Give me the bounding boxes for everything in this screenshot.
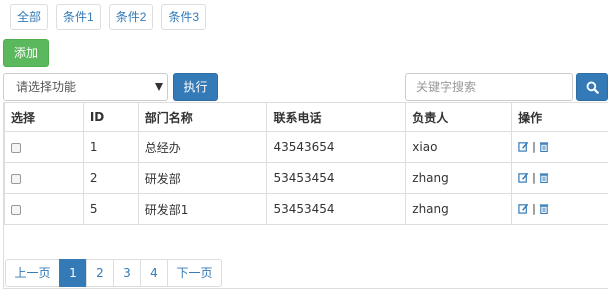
- cell-id: 2: [82, 162, 139, 194]
- col-header-id: ID: [82, 102, 139, 132]
- col-header-owner: 负责人: [405, 102, 513, 132]
- filter-condition3-button[interactable]: 条件3: [161, 4, 207, 30]
- next-page-button[interactable]: 下一页: [167, 259, 222, 287]
- col-header-actions: 操作: [511, 102, 608, 132]
- search-icon: [586, 81, 599, 94]
- function-select[interactable]: 请选择功能: [3, 73, 168, 101]
- prev-page-button[interactable]: 上一页: [5, 259, 60, 287]
- edit-icon[interactable]: [518, 203, 529, 214]
- trash-icon[interactable]: [539, 172, 549, 183]
- function-select-value: 请选择功能: [16, 80, 77, 94]
- page-4-button[interactable]: 4: [140, 259, 168, 287]
- filter-buttons: 全部 条件1 条件2 条件3: [10, 4, 207, 30]
- cell-owner: zhang: [405, 162, 513, 194]
- row-checkbox[interactable]: [11, 142, 21, 153]
- row-actions: |: [518, 140, 549, 153]
- cell-id: 5: [82, 193, 139, 225]
- cell-owner: zhang: [405, 193, 513, 225]
- row-checkbox[interactable]: [11, 204, 21, 215]
- table-header-row: 选择 ID 部门名称 联系电话 负责人 操作: [4, 102, 608, 132]
- filter-all-button[interactable]: 全部: [10, 4, 49, 30]
- cell-dept-name: 总经办: [137, 131, 268, 163]
- search-button[interactable]: [576, 73, 608, 101]
- page-1-button[interactable]: 1: [59, 259, 87, 287]
- edit-icon[interactable]: [518, 172, 529, 183]
- cell-dept-name: 研发部1: [137, 193, 268, 225]
- caret-down-icon: [155, 83, 163, 91]
- row-checkbox[interactable]: [11, 173, 21, 184]
- cell-id: 1: [82, 131, 139, 163]
- row-actions: |: [518, 202, 549, 215]
- table-row: 2 研发部 53453454 zhang |: [4, 162, 608, 194]
- cell-phone: 43543654: [266, 131, 407, 163]
- col-header-phone: 联系电话: [266, 102, 407, 132]
- action-separator: |: [532, 201, 536, 215]
- trash-icon[interactable]: [539, 141, 549, 152]
- pagination: 上一页 1 2 3 4 下一页: [5, 259, 222, 287]
- edit-icon[interactable]: [518, 141, 529, 152]
- filter-condition2-button[interactable]: 条件2: [108, 4, 154, 30]
- cell-owner: xiao: [405, 131, 513, 163]
- action-separator: |: [532, 170, 536, 184]
- trash-icon[interactable]: [539, 203, 549, 214]
- page-3-button[interactable]: 3: [113, 259, 141, 287]
- row-actions: |: [518, 171, 549, 184]
- cell-dept-name: 研发部: [137, 162, 268, 194]
- search-input[interactable]: [405, 73, 573, 101]
- table-row: 1 总经办 43543654 xiao |: [4, 131, 608, 163]
- table-row: 5 研发部1 53453454 zhang |: [4, 193, 608, 225]
- cell-phone: 53453454: [266, 193, 407, 225]
- filter-condition1-button[interactable]: 条件1: [56, 4, 101, 30]
- department-table: 选择 ID 部门名称 联系电话 负责人 操作 1 总经办 43543654 xi…: [4, 102, 608, 225]
- execute-button[interactable]: 执行: [173, 73, 218, 101]
- col-header-dept-name: 部门名称: [137, 102, 268, 132]
- page-2-button[interactable]: 2: [86, 259, 114, 287]
- toolbar: 请选择功能 执行: [3, 73, 608, 101]
- col-header-select: 选择: [4, 102, 84, 132]
- cell-phone: 53453454: [266, 162, 407, 194]
- action-separator: |: [532, 139, 536, 153]
- add-button[interactable]: 添加: [3, 39, 49, 67]
